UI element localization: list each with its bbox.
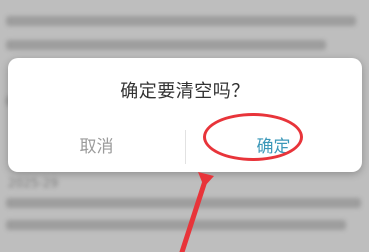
annotation-arrow-icon [179, 172, 214, 252]
